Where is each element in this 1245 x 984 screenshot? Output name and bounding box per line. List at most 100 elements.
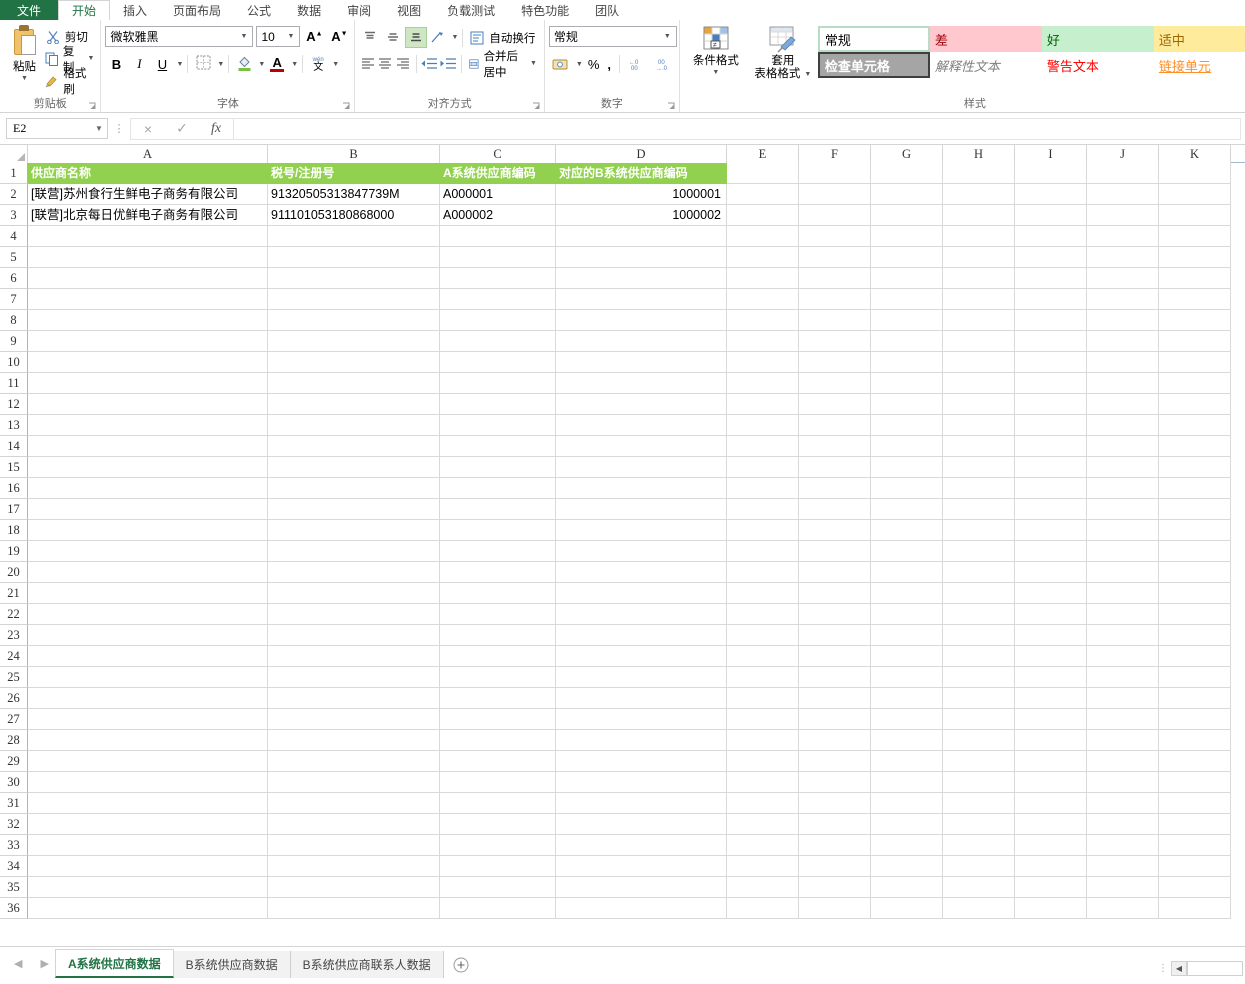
- cell-K20[interactable]: [1159, 562, 1231, 583]
- cell-E34[interactable]: [727, 856, 799, 877]
- sheet-tab-b-system-supplier-data[interactable]: B系统供应商数据: [173, 951, 291, 978]
- cell-F20[interactable]: [799, 562, 871, 583]
- cell-style-bad[interactable]: 差: [929, 26, 1042, 52]
- cell-I3[interactable]: [1015, 205, 1087, 226]
- cell-B31[interactable]: [268, 793, 440, 814]
- cell-G21[interactable]: [871, 583, 943, 604]
- row-header-2[interactable]: 2: [0, 184, 28, 205]
- cell-F32[interactable]: [799, 814, 871, 835]
- cell-B8[interactable]: [268, 310, 440, 331]
- cell-K24[interactable]: [1159, 646, 1231, 667]
- cell-F10[interactable]: [799, 352, 871, 373]
- row-header-11[interactable]: 11: [0, 373, 28, 394]
- tab-formulas[interactable]: 公式: [234, 0, 284, 20]
- cell-H16[interactable]: [943, 478, 1015, 499]
- cell-B22[interactable]: [268, 604, 440, 625]
- cell-C27[interactable]: [440, 709, 556, 730]
- number-format-combo[interactable]: 常规 ▼: [548, 26, 677, 47]
- cell-K35[interactable]: [1159, 877, 1231, 898]
- cell-G5[interactable]: [871, 247, 943, 268]
- cell-A8[interactable]: [28, 310, 268, 331]
- cell-K3[interactable]: [1159, 205, 1231, 226]
- cell-B34[interactable]: [268, 856, 440, 877]
- cell-D20[interactable]: [556, 562, 727, 583]
- row-header-21[interactable]: 21: [0, 583, 28, 604]
- cell-K25[interactable]: [1159, 667, 1231, 688]
- cell-A22[interactable]: [28, 604, 268, 625]
- underline-button[interactable]: U: [151, 53, 173, 75]
- insert-function-button[interactable]: fx: [199, 119, 233, 139]
- cell-J28[interactable]: [1087, 730, 1159, 751]
- cell-C16[interactable]: [440, 478, 556, 499]
- cell-H33[interactable]: [943, 835, 1015, 856]
- cell-D30[interactable]: [556, 772, 727, 793]
- row-header-27[interactable]: 27: [0, 709, 28, 730]
- cell-H32[interactable]: [943, 814, 1015, 835]
- cell-J18[interactable]: [1087, 520, 1159, 541]
- cell-J20[interactable]: [1087, 562, 1159, 583]
- cell-H29[interactable]: [943, 751, 1015, 772]
- cell-C31[interactable]: [440, 793, 556, 814]
- cell-F1[interactable]: [799, 163, 871, 184]
- cell-H36[interactable]: [943, 898, 1015, 919]
- cell-A21[interactable]: [28, 583, 268, 604]
- cell-D31[interactable]: [556, 793, 727, 814]
- cell-H1[interactable]: [943, 163, 1015, 184]
- row-header-20[interactable]: 20: [0, 562, 28, 583]
- cell-A11[interactable]: [28, 373, 268, 394]
- horizontal-scrollbar[interactable]: ⋮ ◀: [1155, 960, 1243, 976]
- cell-I18[interactable]: [1015, 520, 1087, 541]
- cell-I13[interactable]: [1015, 415, 1087, 436]
- cell-K1[interactable]: [1159, 163, 1231, 184]
- cell-A30[interactable]: [28, 772, 268, 793]
- cell-C21[interactable]: [440, 583, 556, 604]
- cell-B4[interactable]: [268, 226, 440, 247]
- cell-style-explanatory-text[interactable]: 解释性文本: [930, 52, 1042, 78]
- row-header-5[interactable]: 5: [0, 247, 28, 268]
- chevron-down-icon[interactable]: ▼: [258, 61, 265, 68]
- chevron-down-icon[interactable]: ▼: [451, 34, 458, 41]
- cell-K11[interactable]: [1159, 373, 1231, 394]
- row-header-9[interactable]: 9: [0, 331, 28, 352]
- cell-J11[interactable]: [1087, 373, 1159, 394]
- cell-I35[interactable]: [1015, 877, 1087, 898]
- next-sheet-button[interactable]: ▶: [40, 957, 48, 970]
- cell-E20[interactable]: [727, 562, 799, 583]
- cell-H20[interactable]: [943, 562, 1015, 583]
- cell-K17[interactable]: [1159, 499, 1231, 520]
- cell-A28[interactable]: [28, 730, 268, 751]
- chevron-down-icon[interactable]: ▼: [661, 33, 674, 40]
- font-name-combo[interactable]: 微软雅黑 ▼: [105, 26, 254, 47]
- cell-J27[interactable]: [1087, 709, 1159, 730]
- cell-A27[interactable]: [28, 709, 268, 730]
- cell-D1[interactable]: 对应的B系统供应商编码: [556, 163, 727, 184]
- cell-F4[interactable]: [799, 226, 871, 247]
- cell-C1[interactable]: A系统供应商编码: [440, 163, 556, 184]
- cell-A20[interactable]: [28, 562, 268, 583]
- row-header-25[interactable]: 25: [0, 667, 28, 688]
- cell-B24[interactable]: [268, 646, 440, 667]
- cell-E31[interactable]: [727, 793, 799, 814]
- cell-F34[interactable]: [799, 856, 871, 877]
- cell-B20[interactable]: [268, 562, 440, 583]
- cell-J25[interactable]: [1087, 667, 1159, 688]
- cell-I10[interactable]: [1015, 352, 1087, 373]
- cell-A36[interactable]: [28, 898, 268, 919]
- cell-G3[interactable]: [871, 205, 943, 226]
- align-top-button[interactable]: [359, 27, 381, 48]
- cell-E25[interactable]: [727, 667, 799, 688]
- cell-E3[interactable]: [727, 205, 799, 226]
- row-header-16[interactable]: 16: [0, 478, 28, 499]
- row-header-36[interactable]: 36: [0, 898, 28, 919]
- cell-F17[interactable]: [799, 499, 871, 520]
- cell-J30[interactable]: [1087, 772, 1159, 793]
- cell-J8[interactable]: [1087, 310, 1159, 331]
- align-middle-button[interactable]: [382, 27, 404, 48]
- cell-G2[interactable]: [871, 184, 943, 205]
- cell-D12[interactable]: [556, 394, 727, 415]
- increase-indent-button[interactable]: [439, 53, 457, 74]
- cell-style-warning-text[interactable]: 警告文本: [1042, 52, 1154, 78]
- align-bottom-button[interactable]: [405, 27, 428, 48]
- cell-H35[interactable]: [943, 877, 1015, 898]
- cell-style-good[interactable]: 好: [1041, 26, 1154, 52]
